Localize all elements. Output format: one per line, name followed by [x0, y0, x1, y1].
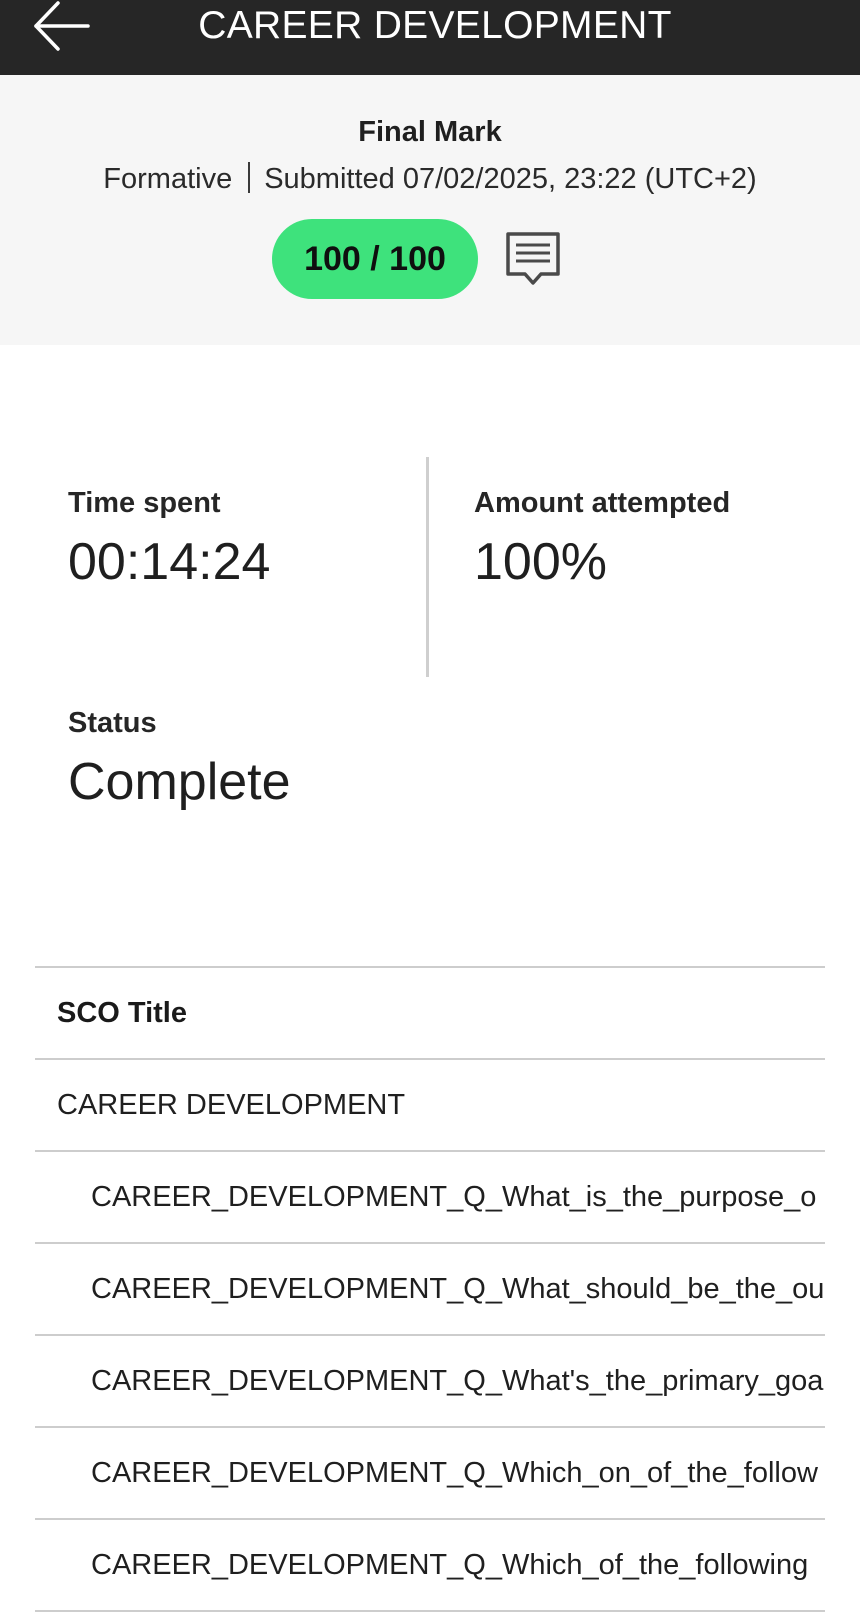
- amount-attempted-stat: Amount attempted 100%: [474, 485, 730, 593]
- time-spent-stat: Time spent 00:14:24: [68, 485, 270, 593]
- table-row-parent[interactable]: CAREER DEVELOPMENT: [35, 1060, 825, 1152]
- sco-child-title: CAREER_DEVELOPMENT_Q_What's_the_primary_…: [91, 1365, 824, 1397]
- sco-child-title: CAREER_DEVELOPMENT_Q_Which_on_of_the_fol…: [91, 1457, 818, 1489]
- top-bar: CAREER DEVELOPMENT: [0, 0, 860, 75]
- status-label: Status: [68, 707, 157, 739]
- sco-table: SCO Title CAREER DEVELOPMENT CAREER_DEVE…: [35, 966, 825, 1612]
- status-value: Complete: [68, 753, 291, 811]
- feedback-button[interactable]: [504, 230, 562, 288]
- submission-info: Formative Submitted 07/02/2025, 23:22 (UT…: [0, 161, 860, 197]
- meta-separator: [248, 162, 251, 193]
- page-title: CAREER DEVELOPMENT: [198, 4, 672, 47]
- comment-icon: [506, 232, 560, 285]
- sco-child-title: CAREER_DEVELOPMENT_Q_What_is_the_purpose…: [91, 1181, 817, 1213]
- time-spent-label: Time spent: [68, 487, 221, 519]
- sco-title-header: SCO Title: [57, 997, 187, 1029]
- amount-attempted-label: Amount attempted: [474, 487, 731, 519]
- table-row[interactable]: CAREER_DEVELOPMENT_Q_Which_on_of_the_fol…: [35, 1428, 825, 1520]
- sco-child-title: CAREER_DEVELOPMENT_Q_What_should_be_the_…: [91, 1273, 825, 1305]
- stat-divider: [426, 457, 429, 677]
- table-row[interactable]: CAREER_DEVELOPMENT_Q_Which_of_the_follow…: [35, 1520, 825, 1612]
- sco-child-title: CAREER_DEVELOPMENT_Q_Which_of_the_follow…: [91, 1549, 809, 1581]
- status-stat: Status Complete: [68, 705, 291, 813]
- time-spent-value: 00:14:24: [68, 533, 271, 591]
- table-row[interactable]: CAREER_DEVELOPMENT_Q_What_should_be_the_…: [35, 1244, 825, 1336]
- score-badge[interactable]: 100 / 100: [272, 219, 478, 299]
- table-row[interactable]: CAREER_DEVELOPMENT_Q_What_is_the_purpose…: [35, 1152, 825, 1244]
- table-row[interactable]: CAREER_DEVELOPMENT_Q_What's_the_primary_…: [35, 1336, 825, 1428]
- table-header-row: SCO Title: [35, 968, 825, 1060]
- amount-attempted-value: 100%: [474, 533, 607, 591]
- assessment-type: Formative: [103, 163, 233, 195]
- final-mark-panel: Final Mark Formative Submitted 07/02/2025…: [0, 75, 860, 345]
- sco-parent-title: CAREER DEVELOPMENT: [57, 1089, 406, 1121]
- final-mark-heading: Final Mark: [358, 116, 502, 148]
- submitted-timestamp: Submitted 07/02/2025, 23:22 (UTC+2): [264, 163, 757, 195]
